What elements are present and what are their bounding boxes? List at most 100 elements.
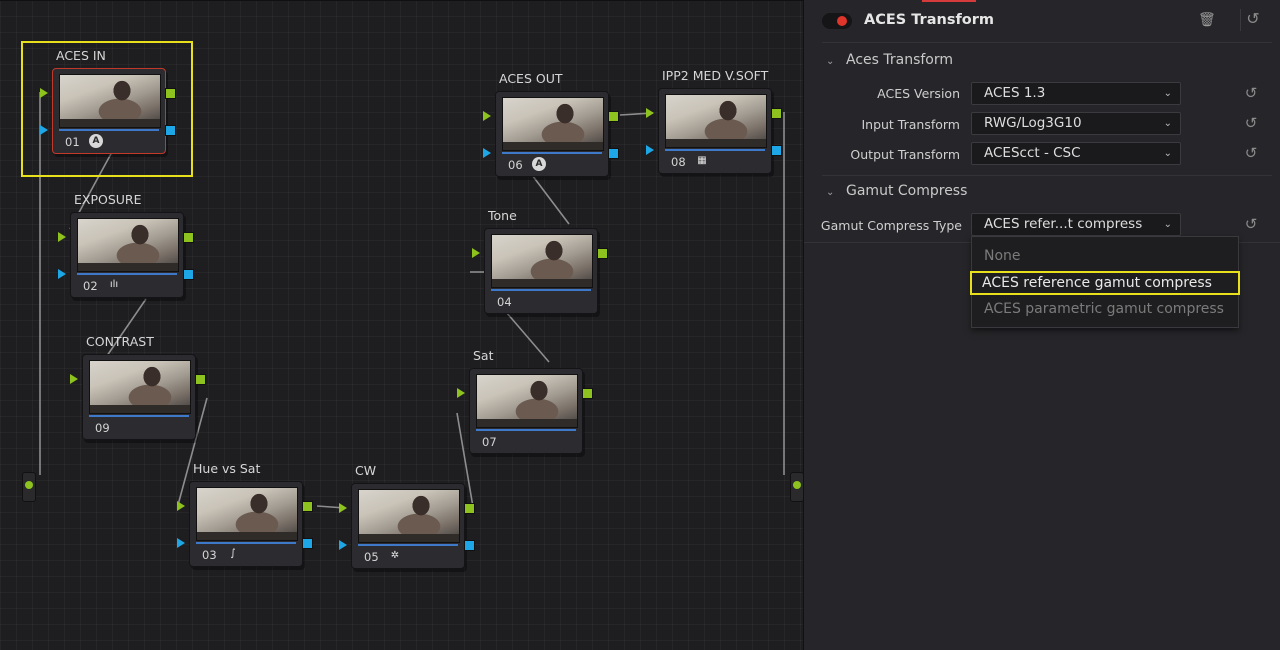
node-aces-out[interactable]: ACES OUT 06 A <box>483 71 619 177</box>
node-thumbnail <box>358 489 460 543</box>
rgb-input-port[interactable] <box>646 108 654 118</box>
key-input-port[interactable] <box>646 145 654 155</box>
node-ipp2-med-v-soft[interactable]: IPP2 MED V.SOFT 08 ▦ <box>646 68 782 174</box>
rgb-output-port[interactable] <box>582 388 593 399</box>
rgb-input-port[interactable] <box>472 248 480 258</box>
key-input-port[interactable] <box>339 540 347 550</box>
graph-output-port[interactable] <box>790 472 803 502</box>
node-body[interactable]: 01 A <box>52 68 166 154</box>
node-thumbnail <box>196 487 298 541</box>
node-graph[interactable]: ACES IN 01 A EXPOSURE 02 ılı CONTRAST 09… <box>0 0 803 650</box>
node-number: 07 <box>482 435 497 449</box>
node-number: 05 <box>364 550 379 564</box>
chevron-down-icon: ⌄ <box>1163 219 1172 230</box>
rgb-output-port[interactable] <box>183 232 194 243</box>
node-bar <box>665 149 765 151</box>
node-number: 08 <box>671 155 686 169</box>
node-exposure[interactable]: EXPOSURE 02 ılı <box>58 192 194 298</box>
graph-input-port[interactable] <box>22 472 36 502</box>
node-body[interactable]: 08 ▦ <box>658 88 772 174</box>
node-tone[interactable]: Tone 04 <box>472 208 608 314</box>
fx-enable-toggle[interactable] <box>822 13 852 29</box>
node-number: 03 <box>202 548 217 562</box>
gamut-compress-menu: None ACES reference gamut compress ACES … <box>970 236 1240 328</box>
node-cw[interactable]: CW 05 ✲ <box>339 463 475 569</box>
rgb-output-port[interactable] <box>771 108 782 119</box>
node-label: Tone <box>488 208 517 223</box>
node-label: CONTRAST <box>86 334 154 349</box>
node-bar <box>491 289 591 291</box>
trash-icon[interactable]: 🗑 <box>1198 12 1216 28</box>
node-thumbnail <box>665 94 767 148</box>
rgb-output-port[interactable] <box>464 503 475 514</box>
node-bar <box>502 152 602 154</box>
key-input-port[interactable] <box>40 125 48 135</box>
input-transform-dropdown[interactable]: RWG/Log3G10 ⌄ <box>971 112 1181 135</box>
node-body[interactable]: 03 ∫ <box>189 481 303 567</box>
menu-item-none[interactable]: None <box>972 244 1238 268</box>
rgb-output-port[interactable] <box>195 374 206 385</box>
reset-icon[interactable]: ↺ <box>1242 114 1260 132</box>
node-hue-vs-sat[interactable]: Hue vs Sat 03 ∫ <box>177 461 313 567</box>
section-gamut-compress-header[interactable]: ⌄ Gamut Compress <box>826 183 967 199</box>
section-aces-transform-header[interactable]: ⌄ Aces Transform <box>826 52 953 68</box>
node-body[interactable]: 09 <box>82 354 196 440</box>
key-input-port[interactable] <box>58 269 66 279</box>
output-transform-label: Output Transform <box>850 147 960 162</box>
node-thumbnail <box>59 74 161 128</box>
divider <box>822 175 1272 176</box>
node-thumbnail <box>89 360 191 414</box>
output-transform-dropdown[interactable]: ACEScct - CSC ⌄ <box>971 142 1181 165</box>
rgb-input-port[interactable] <box>457 388 465 398</box>
menu-item-aces-reference-gamut-compress[interactable]: ACES reference gamut compress <box>970 271 1240 295</box>
key-output-port[interactable] <box>183 269 194 280</box>
rgb-input-port[interactable] <box>483 111 491 121</box>
color-wheel-icon: ✲ <box>390 550 400 561</box>
node-aces-in[interactable]: ACES IN 01 A <box>40 48 176 154</box>
node-number: 09 <box>95 421 110 435</box>
gamut-compress-type-dropdown[interactable]: ACES refer...t compress ⌄ <box>971 213 1181 236</box>
reset-icon[interactable]: ↺ <box>1242 144 1260 162</box>
node-number: 06 <box>508 158 523 172</box>
rgb-input-port[interactable] <box>58 232 66 242</box>
key-output-port[interactable] <box>165 125 176 136</box>
node-bar <box>476 429 576 431</box>
input-transform-label: Input Transform <box>861 117 960 132</box>
reset-icon[interactable]: ↺ <box>1244 10 1262 28</box>
node-thumbnail <box>476 374 578 428</box>
key-output-port[interactable] <box>464 540 475 551</box>
node-thumbnail <box>491 234 593 288</box>
chevron-down-icon: ⌄ <box>826 56 835 67</box>
node-bar <box>89 415 189 417</box>
node-body[interactable]: 06 A <box>495 91 609 177</box>
rgb-output-port[interactable] <box>608 111 619 122</box>
rgb-output-port[interactable] <box>165 88 176 99</box>
menu-item-aces-parametric-gamut-compress[interactable]: ACES parametric gamut compress <box>972 297 1238 321</box>
rgb-input-port[interactable] <box>177 501 185 511</box>
rgb-output-port[interactable] <box>302 501 313 512</box>
node-body[interactable]: 02 ılı <box>70 212 184 298</box>
rgb-input-port[interactable] <box>339 503 347 513</box>
aces-version-dropdown[interactable]: ACES 1.3 ⌄ <box>971 82 1181 105</box>
key-input-port[interactable] <box>483 148 491 158</box>
rgb-input-port[interactable] <box>70 374 78 384</box>
node-contrast[interactable]: CONTRAST 09 <box>70 334 206 440</box>
node-sat[interactable]: Sat 07 <box>457 348 593 454</box>
node-body[interactable]: 05 ✲ <box>351 483 465 569</box>
node-bar <box>59 129 159 131</box>
reset-icon[interactable]: ↺ <box>1242 84 1260 102</box>
key-output-port[interactable] <box>771 145 782 156</box>
rgb-output-port[interactable] <box>597 248 608 259</box>
key-output-port[interactable] <box>608 148 619 159</box>
node-bar <box>77 273 177 275</box>
key-output-port[interactable] <box>302 538 313 549</box>
node-thumbnail <box>502 97 604 151</box>
node-body[interactable]: 04 <box>484 228 598 314</box>
chevron-down-icon: ⌄ <box>1163 88 1172 99</box>
node-label: IPP2 MED V.SOFT <box>662 68 769 83</box>
key-input-port[interactable] <box>177 538 185 548</box>
node-body[interactable]: 07 <box>469 368 583 454</box>
reset-icon[interactable]: ↺ <box>1242 215 1260 233</box>
node-number: 04 <box>497 295 512 309</box>
rgb-input-port[interactable] <box>40 88 48 98</box>
